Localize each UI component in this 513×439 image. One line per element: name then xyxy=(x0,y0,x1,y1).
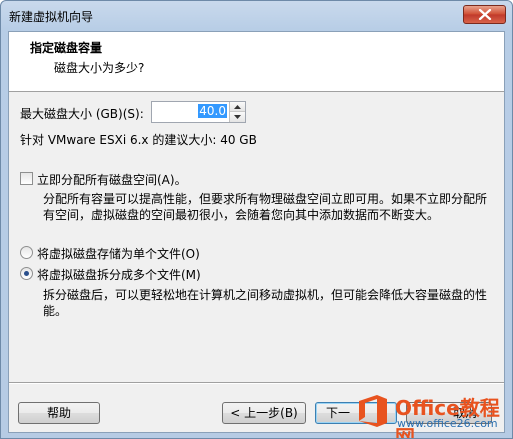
radio-single-file-label[interactable]: 将虚拟磁盘存储为单个文件(O) xyxy=(37,245,200,262)
allocate-description: 分配所有容量可以提高性能，但要求所有物理磁盘空间立即可用。如果不立即分配所有空间… xyxy=(43,192,488,222)
wizard-client-area: 指定磁盘容量 磁盘大小为多少? 最大磁盘大小 (GB)(S): 40.0 针对 … xyxy=(8,31,505,433)
page-subtitle: 磁盘大小为多少? xyxy=(54,61,145,75)
disk-size-spinbox[interactable]: 40.0 xyxy=(151,101,246,123)
watermark: Office教程网 www.office26.com xyxy=(355,388,512,438)
radio-split-files-label[interactable]: 将虚拟磁盘拆分成多个文件(M) xyxy=(37,266,201,283)
wizard-header: 指定磁盘容量 磁盘大小为多少? xyxy=(9,32,504,92)
allocate-all-label[interactable]: 立即分配所有磁盘空间(A)。 xyxy=(37,171,187,188)
back-button[interactable]: < 上一步(B) xyxy=(222,402,306,424)
close-button[interactable] xyxy=(463,5,506,24)
spin-up-button[interactable] xyxy=(230,102,245,112)
office-logo-icon xyxy=(359,395,387,427)
disk-size-spin-buttons xyxy=(229,102,245,122)
disk-size-label: 最大磁盘大小 (GB)(S): xyxy=(20,107,144,121)
footer-divider xyxy=(9,382,504,384)
arrow-down-icon xyxy=(234,115,241,119)
close-icon xyxy=(478,9,492,20)
help-button[interactable]: 帮助 xyxy=(18,402,100,424)
split-description: 拆分磁盘后，可以更轻松地在计算机之间移动虚拟机，但可能会降低大容量磁盘的性能。 xyxy=(43,288,488,318)
radio-split-files[interactable] xyxy=(20,267,33,280)
title-bar[interactable]: 新建虚拟机向导 xyxy=(1,1,512,31)
disk-size-input[interactable]: 40.0 xyxy=(198,104,227,118)
wizard-window: 新建虚拟机向导 指定磁盘容量 磁盘大小为多少? 最大磁盘大小 (GB)(S): … xyxy=(0,0,513,439)
page-title: 指定磁盘容量 xyxy=(30,41,103,55)
recommended-size-text: 针对 VMware ESXi 6.x 的建议大小: 40 GB xyxy=(20,133,257,147)
allocate-all-checkbox[interactable] xyxy=(20,172,33,185)
watermark-name: Office教程网 xyxy=(395,396,500,439)
spin-down-button[interactable] xyxy=(230,112,245,122)
radio-single-file[interactable] xyxy=(20,246,33,259)
watermark-url: www.office26.com xyxy=(397,417,498,430)
window-title: 新建虚拟机向导 xyxy=(9,10,94,24)
arrow-up-icon xyxy=(234,105,241,109)
radio-selected-dot xyxy=(24,271,29,276)
